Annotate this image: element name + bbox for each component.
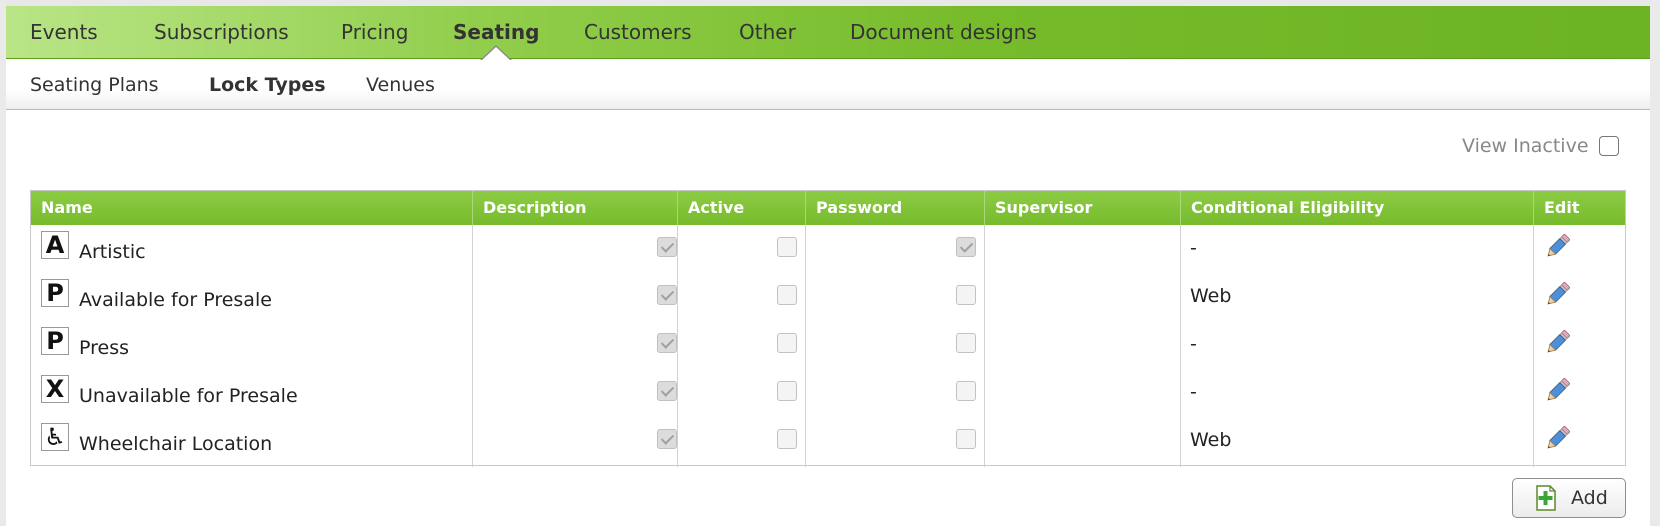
table-row: P Available for Presale Web [31,273,1625,321]
letter-p-icon: P [41,279,69,307]
lock-type-name: Press [79,337,130,359]
col-edit: Edit [1533,191,1627,225]
password-checkbox [777,429,797,449]
password-checkbox [777,237,797,257]
lock-types-table: Name Description Active Password Supervi… [30,190,1626,467]
active-checkbox [657,429,677,449]
sub-nav: Seating Plans Lock Types Venues [6,60,1650,110]
edit-pencil-icon[interactable] [1543,279,1573,309]
window-frame-right [1650,0,1660,526]
conditional-eligibility-value: - [1190,333,1197,355]
supervisor-checkbox [956,285,976,305]
col-active[interactable]: Active [677,191,805,225]
add-document-icon [1536,485,1556,511]
wheelchair-icon: ♿ [41,423,69,451]
subtab-seating-plans[interactable]: Seating Plans [30,60,159,110]
table-row: X Unavailable for Presale - [31,369,1625,417]
lock-type-name: Wheelchair Location [79,433,273,455]
active-checkbox [657,333,677,353]
letter-a-icon: A [41,231,69,259]
letter-p-icon: P [41,327,69,355]
table-row: ♿ Wheelchair Location Web [31,417,1625,465]
subtab-lock-types[interactable]: Lock Types [209,60,326,110]
edit-pencil-icon[interactable] [1543,375,1573,405]
conditional-eligibility-value: Web [1190,429,1232,451]
lock-type-name: Unavailable for Presale [79,385,298,407]
supervisor-checkbox [956,381,976,401]
table-row: A Artistic - [31,225,1625,273]
view-inactive-toggle[interactable]: View Inactive [1462,134,1619,158]
active-checkbox [657,237,677,257]
add-button-label: Add [1571,487,1608,509]
tab-events[interactable]: Events [30,6,98,59]
tab-customers[interactable]: Customers [584,6,692,59]
lock-type-name: Artistic [79,241,146,263]
col-conditional-eligibility[interactable]: Conditional Eligibility [1180,191,1533,225]
tab-subscriptions[interactable]: Subscriptions [154,6,289,59]
conditional-eligibility-value: Web [1190,285,1232,307]
add-button[interactable]: Add [1512,478,1626,518]
col-supervisor[interactable]: Supervisor [984,191,1180,225]
col-description[interactable]: Description [472,191,677,225]
table-header: Name Description Active Password Supervi… [31,191,1625,225]
edit-pencil-icon[interactable] [1543,327,1573,357]
tab-pricing[interactable]: Pricing [341,6,408,59]
view-inactive-checkbox[interactable] [1598,136,1619,156]
conditional-eligibility-value: - [1190,381,1197,403]
edit-pencil-icon[interactable] [1543,231,1573,261]
edit-pencil-icon[interactable] [1543,423,1573,453]
supervisor-checkbox [956,333,976,353]
active-checkbox [657,381,677,401]
conditional-eligibility-value: - [1190,237,1197,259]
password-checkbox [777,285,797,305]
supervisor-checkbox [956,429,976,449]
lock-type-name: Available for Presale [79,289,272,311]
subtab-venues[interactable]: Venues [366,60,435,110]
view-inactive-label: View Inactive [1462,135,1589,157]
password-checkbox [777,381,797,401]
active-tab-indicator-inner [481,47,511,61]
tab-other[interactable]: Other [739,6,796,59]
table-row: P Press - [31,321,1625,369]
col-password[interactable]: Password [805,191,984,225]
active-checkbox [657,285,677,305]
password-checkbox [777,333,797,353]
letter-x-icon: X [41,375,69,403]
supervisor-checkbox [956,237,976,257]
col-name[interactable]: Name [31,191,472,225]
tab-document-designs[interactable]: Document designs [850,6,1037,59]
main-nav: Events Subscriptions Pricing Seating Cus… [6,6,1650,59]
